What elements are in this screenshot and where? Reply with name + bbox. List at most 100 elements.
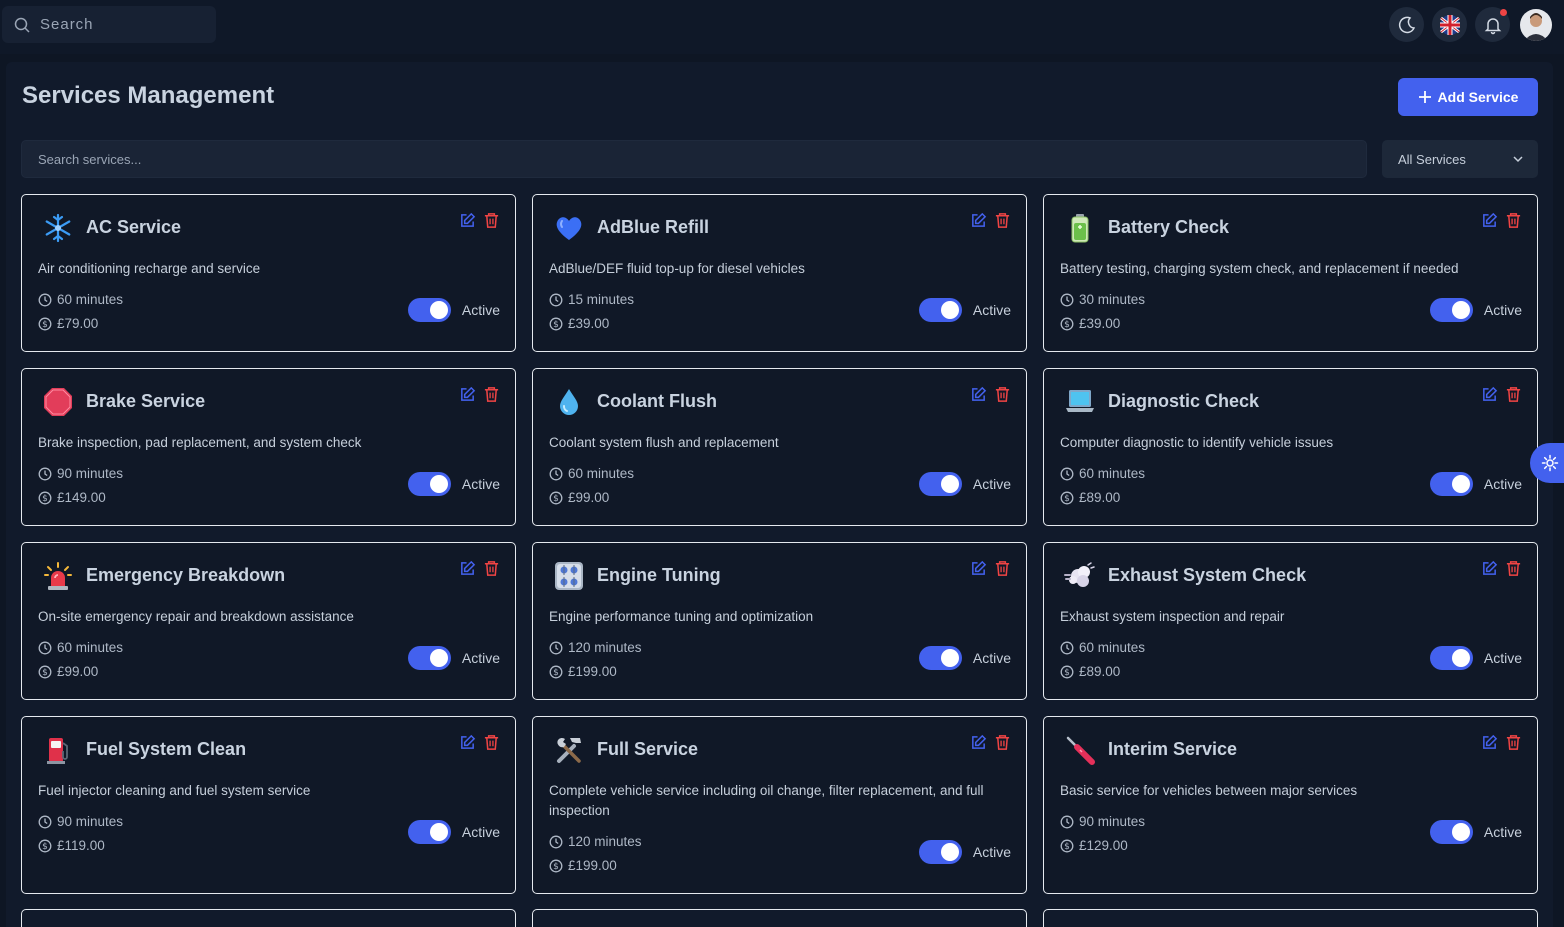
service-description: On-site emergency repair and breakdown a… — [38, 609, 354, 624]
blue-heart-icon — [553, 212, 585, 244]
dollar-icon: $ — [38, 491, 52, 504]
edit-icon[interactable] — [459, 212, 476, 229]
edit-icon[interactable] — [970, 734, 987, 751]
edit-icon[interactable] — [1481, 386, 1498, 403]
delete-icon[interactable] — [994, 560, 1011, 577]
status-toggle[interactable] — [407, 646, 451, 670]
delete-icon[interactable] — [994, 212, 1011, 229]
status-toggle[interactable] — [918, 472, 962, 496]
gear-icon — [1541, 454, 1559, 472]
service-description: Complete vehicle service including oil c… — [549, 783, 984, 818]
status-toggle[interactable] — [407, 298, 451, 322]
services-search[interactable] — [21, 140, 1367, 178]
service-card: Exhaust System Check Exhaust system insp… — [1043, 542, 1538, 700]
service-price: $ £89.00 — [1060, 490, 1120, 505]
uk-flag-icon — [1439, 14, 1460, 35]
svg-text:$: $ — [553, 862, 559, 872]
delete-icon[interactable] — [994, 386, 1011, 403]
snowflake-icon — [42, 212, 74, 244]
status-toggle[interactable] — [1429, 472, 1473, 496]
notification-dot — [1500, 9, 1507, 16]
service-card: AdBlue Refill AdBlue/DEF fluid top-up fo… — [532, 194, 1027, 352]
siren-icon — [42, 560, 74, 592]
status-toggle[interactable] — [1429, 820, 1473, 844]
status-toggle[interactable] — [1429, 646, 1473, 670]
service-price: $ £79.00 — [38, 316, 98, 331]
clock-icon — [38, 467, 52, 480]
delete-icon[interactable] — [483, 386, 500, 403]
svg-text:$: $ — [1064, 494, 1070, 504]
screwdriver-icon — [1064, 734, 1096, 766]
status-toggle[interactable] — [918, 298, 962, 322]
status-toggle[interactable] — [1429, 298, 1473, 322]
service-duration: 90 minutes — [38, 814, 123, 829]
edit-icon[interactable] — [970, 560, 987, 577]
global-search-input[interactable] — [40, 16, 190, 33]
service-card: Emergency Breakdown On-site emergency re… — [21, 542, 516, 700]
global-search[interactable] — [2, 6, 216, 43]
service-card: AC Service Air conditioning recharge and… — [21, 194, 516, 352]
services-search-input[interactable] — [38, 151, 1366, 167]
dollar-icon: $ — [549, 317, 563, 330]
service-name: Exhaust System Check — [1108, 565, 1307, 585]
edit-icon[interactable] — [459, 560, 476, 577]
user-avatar[interactable] — [1520, 8, 1552, 41]
services-filter-select[interactable]: All Services — [1382, 140, 1538, 178]
notifications-button[interactable] — [1475, 7, 1510, 42]
delete-icon[interactable] — [483, 560, 500, 577]
svg-text:$: $ — [1064, 320, 1070, 330]
edit-icon[interactable] — [1481, 212, 1498, 229]
delete-icon[interactable] — [483, 734, 500, 751]
service-price: $ £99.00 — [549, 490, 609, 505]
delete-icon[interactable] — [1505, 560, 1522, 577]
settings-drawer-button[interactable] — [1530, 443, 1564, 483]
delete-icon[interactable] — [1505, 734, 1522, 751]
status-label: Active — [461, 302, 500, 318]
delete-icon[interactable] — [1505, 212, 1522, 229]
service-description: Brake inspection, pad replacement, and s… — [38, 435, 362, 450]
service-name: Brake Service — [86, 391, 206, 411]
delete-icon[interactable] — [994, 734, 1011, 751]
service-description: Air conditioning recharge and service — [38, 261, 261, 276]
service-duration: 60 minutes — [38, 640, 123, 655]
theme-toggle-button[interactable] — [1389, 7, 1424, 42]
service-card — [532, 909, 1027, 927]
page-title: Services Management — [22, 82, 275, 109]
service-price: $ £99.00 — [38, 664, 98, 679]
service-duration: 120 minutes — [549, 640, 642, 655]
edit-icon[interactable] — [970, 386, 987, 403]
add-service-label: Add Service — [1437, 89, 1519, 105]
service-card: Full Service Complete vehicle service in… — [532, 716, 1027, 894]
control-knobs-icon — [553, 560, 585, 592]
service-card: Brake Service Brake inspection, pad repl… — [21, 368, 516, 526]
edit-icon[interactable] — [1481, 734, 1498, 751]
service-name: Diagnostic Check — [1108, 391, 1260, 411]
clock-icon — [549, 293, 563, 306]
dollar-icon: $ — [1060, 839, 1074, 852]
svg-text:$: $ — [1064, 668, 1070, 678]
status-toggle[interactable] — [407, 472, 451, 496]
service-price: $ £199.00 — [549, 664, 617, 679]
add-service-button[interactable]: Add Service — [1398, 78, 1538, 116]
edit-icon[interactable] — [459, 386, 476, 403]
bell-icon — [1484, 17, 1501, 34]
edit-icon[interactable] — [970, 212, 987, 229]
service-duration: 15 minutes — [549, 292, 634, 307]
status-toggle[interactable] — [407, 820, 451, 844]
status-toggle[interactable] — [918, 646, 962, 670]
service-name: Emergency Breakdown — [86, 565, 286, 585]
service-card: Fuel System Clean Fuel injector cleaning… — [21, 716, 516, 894]
battery-icon — [1064, 212, 1096, 244]
status-toggle[interactable] — [918, 840, 962, 864]
exhaust-cloud-icon — [1064, 560, 1096, 592]
dollar-icon: $ — [38, 839, 52, 852]
service-duration: 120 minutes — [549, 834, 642, 849]
language-button[interactable] — [1432, 7, 1467, 42]
edit-icon[interactable] — [1481, 560, 1498, 577]
edit-icon[interactable] — [459, 734, 476, 751]
delete-icon[interactable] — [1505, 386, 1522, 403]
dollar-icon: $ — [549, 859, 563, 872]
delete-icon[interactable] — [483, 212, 500, 229]
dollar-icon: $ — [549, 491, 563, 504]
service-description: Computer diagnostic to identify vehicle … — [1060, 435, 1334, 450]
